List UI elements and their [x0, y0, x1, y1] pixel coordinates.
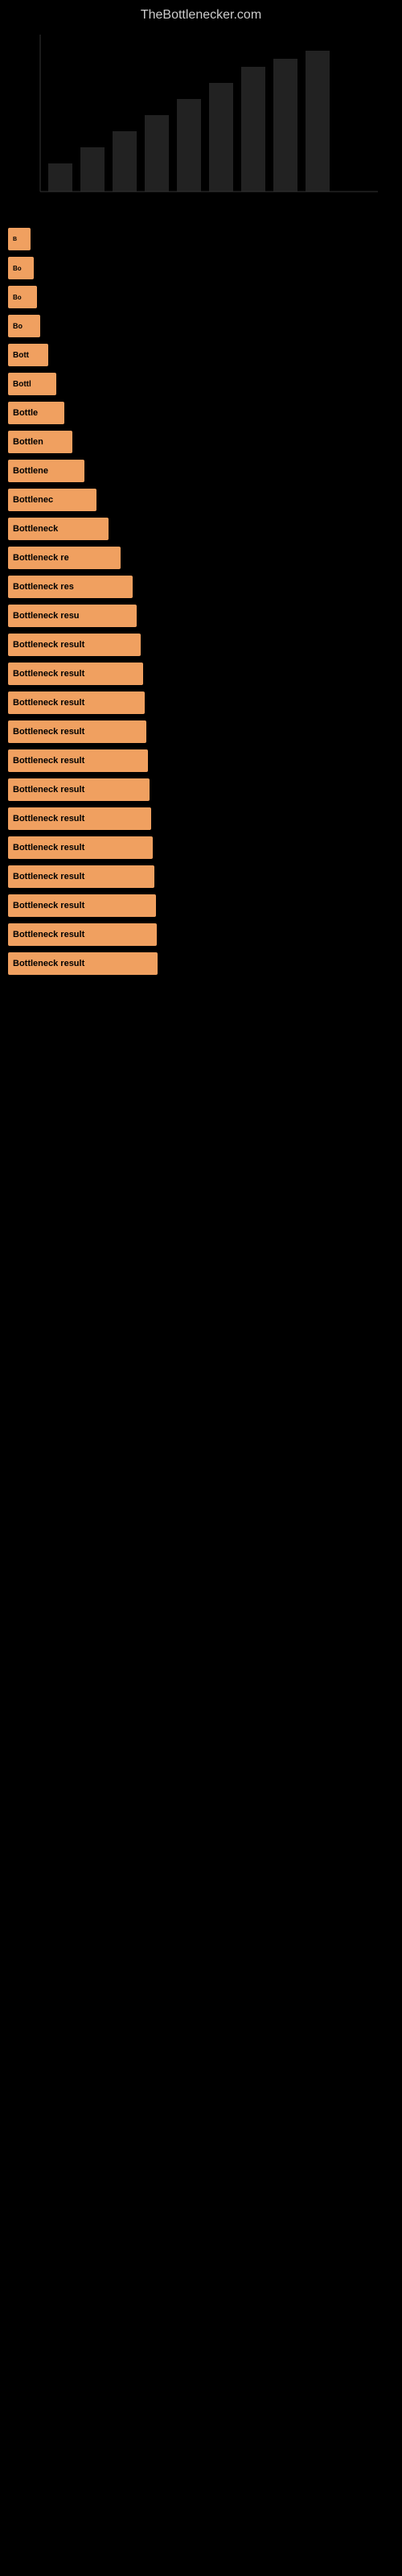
chart-area [8, 35, 394, 212]
result-row: Bottleneck [8, 518, 394, 540]
result-bar: Bottleneck result [8, 923, 157, 946]
result-row: Bo [8, 257, 394, 279]
result-bar: B [8, 228, 31, 250]
result-row: Bottleneck result [8, 836, 394, 859]
result-row: Bo [8, 286, 394, 308]
results-container: B Bo Bo Bo Bott Bottl Bottle Bottlen Bottlene Bot… [8, 220, 394, 975]
result-bar: Bottleneck result [8, 778, 150, 801]
result-bar: Bottleneck result [8, 663, 143, 685]
result-bar: Bo [8, 315, 40, 337]
result-row: Bo [8, 315, 394, 337]
result-row: Bottlene [8, 460, 394, 482]
result-row: Bottleneck result [8, 778, 394, 801]
result-row: B [8, 228, 394, 250]
result-bar: Bottleneck result [8, 836, 153, 859]
result-bar: Bottleneck result [8, 720, 146, 743]
result-row: Bottle [8, 402, 394, 424]
result-row: Bottleneck result [8, 952, 394, 975]
result-bar: Bott [8, 344, 48, 366]
result-row: Bottleneck result [8, 894, 394, 917]
result-bar: Bottleneck result [8, 807, 151, 830]
result-row: Bottleneck result [8, 720, 394, 743]
result-bar: Bottleneck resu [8, 605, 137, 627]
result-row: Bott [8, 344, 394, 366]
result-row: Bottleneck result [8, 634, 394, 656]
result-bar: Bottleneck [8, 518, 109, 540]
result-bar: Bo [8, 257, 34, 279]
result-row: Bottleneck result [8, 663, 394, 685]
result-row: Bottleneck result [8, 923, 394, 946]
result-row: Bottlen [8, 431, 394, 453]
result-row: Bottleneck result [8, 749, 394, 772]
result-bar: Bottl [8, 373, 56, 395]
site-title: TheBottlenecker.com [0, 0, 402, 27]
result-row: Bottleneck result [8, 865, 394, 888]
result-bar: Bottle [8, 402, 64, 424]
result-bar: Bottleneck result [8, 634, 141, 656]
result-row: Bottleneck result [8, 807, 394, 830]
result-bar: Bottleneck result [8, 691, 145, 714]
result-bar: Bottleneck res [8, 576, 133, 598]
result-row: Bottleneck res [8, 576, 394, 598]
result-row: Bottleneck re [8, 547, 394, 569]
result-bar: Bottleneck result [8, 894, 156, 917]
result-bar: Bottleneck result [8, 865, 154, 888]
result-bar: Bottleneck result [8, 952, 158, 975]
result-row: Bottlenec [8, 489, 394, 511]
result-row: Bottl [8, 373, 394, 395]
result-bar: Bottleneck result [8, 749, 148, 772]
result-bar: Bottlenec [8, 489, 96, 511]
result-bar: Bottleneck re [8, 547, 121, 569]
result-bar: Bo [8, 286, 37, 308]
result-bar: Bottlene [8, 460, 84, 482]
result-row: Bottleneck result [8, 691, 394, 714]
result-bar: Bottlen [8, 431, 72, 453]
result-row: Bottleneck resu [8, 605, 394, 627]
